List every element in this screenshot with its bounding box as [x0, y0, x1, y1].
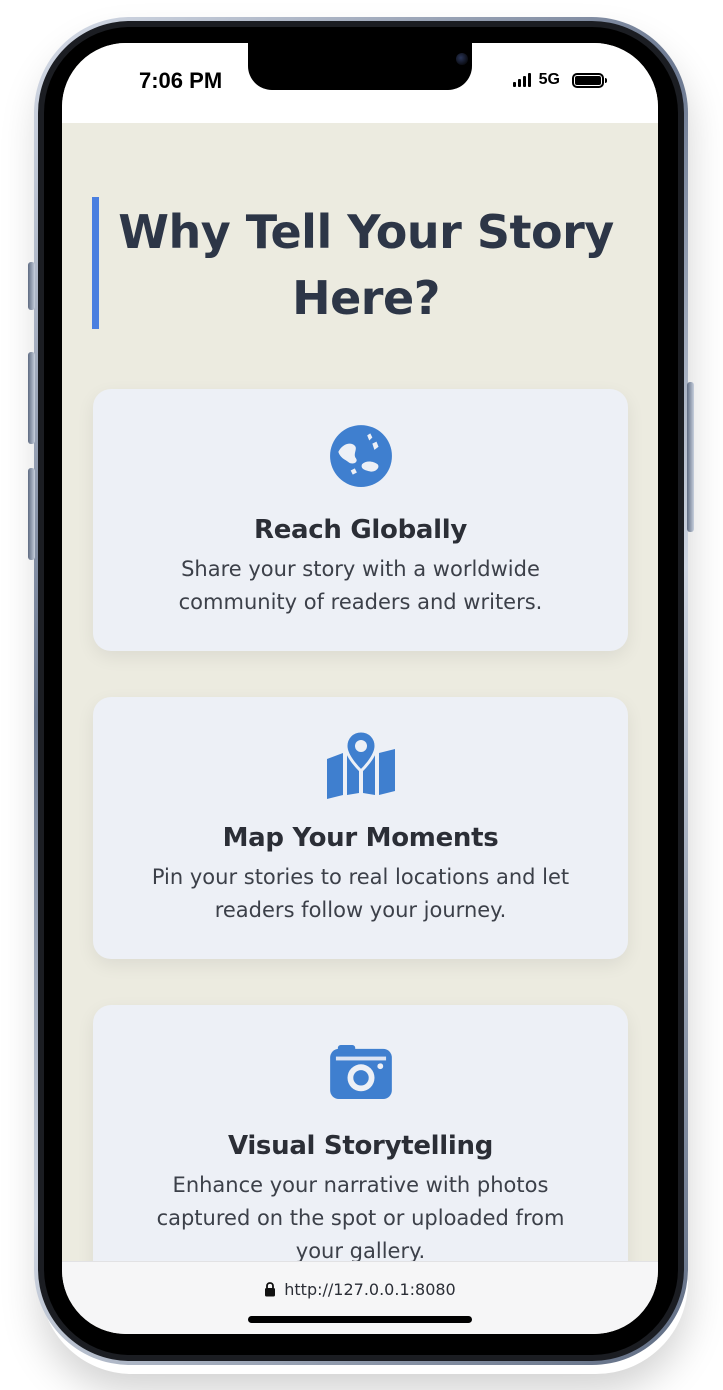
feature-description: Enhance your narrative with photos captu…	[156, 1173, 565, 1261]
globe-icon	[329, 425, 392, 487]
status-indicators: 5G	[512, 71, 607, 89]
status-time: 7:06 PM	[139, 68, 223, 93]
heading-accent-bar	[92, 197, 99, 329]
battery-icon	[572, 72, 607, 88]
feature-card-map-your-moments: Map Your Moments Pin your stories to rea…	[93, 697, 628, 959]
url-text[interactable]: http://127.0.0.1:8080	[284, 1280, 455, 1299]
feature-title: Visual Storytelling	[227, 1131, 494, 1161]
front-camera-icon	[456, 53, 468, 65]
volume-up-button	[28, 352, 35, 444]
feature-description: Pin your stories to real locations and l…	[151, 865, 570, 922]
feature-card-visual-storytelling: Visual Storytelling Enhance your narrati…	[93, 1005, 628, 1261]
volume-down-button	[28, 468, 35, 560]
feature-description: Share your story with a worldwide commun…	[178, 557, 543, 614]
feature-title: Map Your Moments	[222, 823, 499, 853]
map-pin-icon	[326, 731, 395, 799]
feature-title: Reach Globally	[253, 515, 468, 545]
section-heading: Why Tell Your Story Here?	[92, 197, 628, 329]
page-content: Why Tell Your Story Here? Reach Globally…	[62, 123, 658, 1261]
section-title: Why Tell Your Story Here?	[118, 205, 614, 325]
silent-switch	[28, 262, 35, 310]
notch	[248, 43, 472, 90]
phone-screen: 7:06 PM 5G Why Tell Your Story Here? Rea…	[62, 43, 658, 1334]
feature-card-reach-globally: Reach Globally Share your story with a w…	[93, 389, 628, 651]
signal-icon	[512, 73, 531, 87]
home-indicator[interactable]	[248, 1316, 472, 1323]
camera-icon	[329, 1045, 392, 1099]
browser-url-bar[interactable]: http://127.0.0.1:8080	[62, 1261, 658, 1334]
url-row: http://127.0.0.1:8080	[62, 1280, 658, 1299]
network-label: 5G	[538, 71, 560, 88]
power-button	[687, 382, 694, 532]
lock-icon	[265, 1282, 276, 1297]
